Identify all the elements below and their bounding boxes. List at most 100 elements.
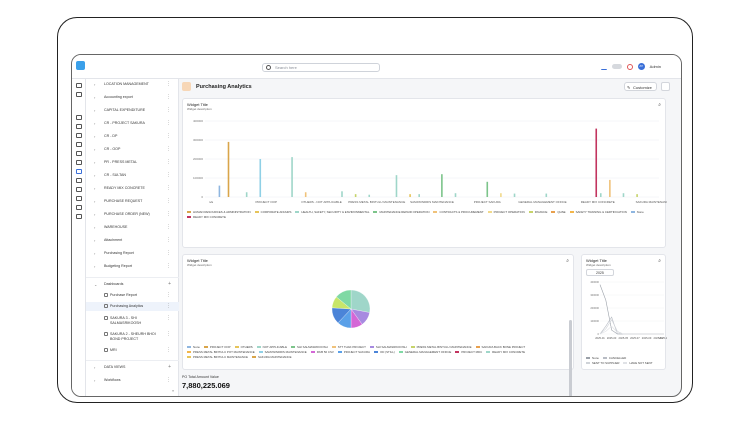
sidebar-dashboard-item[interactable]: Purchase Report ⋮ xyxy=(86,291,179,300)
more-icon[interactable]: ⋮ xyxy=(166,347,171,353)
users-icon[interactable] xyxy=(76,115,82,120)
legend-item[interactable]: MAINTENANCE REPAIR OPERATION xyxy=(373,210,429,215)
sidebar-item[interactable]: › PURCHASE ORDER (NEW) ⋮ xyxy=(86,210,179,219)
sidebar-item[interactable]: › CAPITAL EXPENDITURE ⋮ xyxy=(86,106,179,115)
grid-icon[interactable] xyxy=(76,151,82,156)
legend-item[interactable]: GENERAL MANAGEMENT OFFICE xyxy=(398,350,451,355)
legend-item[interactable]: PROJECT SAKURA xyxy=(337,350,370,355)
legend-item[interactable]: SAKURA MAINTENANCE xyxy=(251,355,292,360)
bar[interactable] xyxy=(622,193,625,197)
report-icon[interactable] xyxy=(76,169,82,174)
table-icon[interactable] xyxy=(76,133,82,138)
avatar[interactable]: AT xyxy=(637,63,645,70)
collapse-sidebar-icon[interactable]: « xyxy=(172,388,174,393)
sidebar-item[interactable]: › READY MIX CONCRETE ⋮ xyxy=(86,184,179,193)
legend-item[interactable]: READY MIX CONCRETE xyxy=(187,215,226,220)
more-icon[interactable]: ⋮ xyxy=(166,172,171,178)
bar[interactable] xyxy=(409,194,411,197)
legend-item[interactable]: HAVE NOT SENT xyxy=(623,361,653,366)
list-icon[interactable] xyxy=(76,92,82,97)
home-icon[interactable] xyxy=(76,83,82,88)
bar[interactable] xyxy=(368,194,371,197)
pie-slice[interactable] xyxy=(350,289,371,313)
bar[interactable] xyxy=(304,192,307,197)
sidebar-dashboard-item[interactable]: SAKURA 3 - SHI SALMASRIKOOSH ⋮ xyxy=(86,314,179,328)
bar[interactable] xyxy=(595,128,598,197)
sidebar-item[interactable]: › CR - DP ⋮ xyxy=(86,132,179,141)
truck-icon[interactable] xyxy=(76,187,82,192)
legend-item[interactable]: READY MIX CONCRETE xyxy=(486,350,525,355)
search-input[interactable]: Search here xyxy=(262,63,380,72)
bar[interactable] xyxy=(609,179,611,197)
legend-item[interactable]: SAFETY TRAINING & CERTIFICATION xyxy=(569,210,627,215)
bar[interactable] xyxy=(486,181,489,197)
more-icon[interactable]: ⋮ xyxy=(166,185,171,191)
bar[interactable] xyxy=(441,174,443,197)
legend-item[interactable]: PROJECT OPERATION xyxy=(487,210,525,215)
more-icon[interactable]: ⋮ xyxy=(166,315,171,321)
print-button[interactable] xyxy=(661,82,670,91)
line-series[interactable] xyxy=(599,319,664,335)
year-select[interactable]: 2025 xyxy=(586,269,614,276)
bar[interactable] xyxy=(500,193,502,197)
legend-item[interactable]: FINANCE xyxy=(528,210,547,215)
sidebar-item[interactable]: › CR - OOP ⋮ xyxy=(86,145,179,154)
settings-icon[interactable] xyxy=(76,214,82,219)
zoom-icon[interactable]: ⌕ xyxy=(566,258,569,264)
bar[interactable] xyxy=(259,159,262,197)
sidebar-item[interactable]: › Purchasing Report ⋮ xyxy=(86,249,179,258)
legend-item[interactable]: QHSE xyxy=(551,210,566,215)
sidebar-dashboard-item[interactable]: MRI ⋮ xyxy=(86,346,179,355)
more-icon[interactable]: ⋮ xyxy=(166,146,171,152)
more-icon[interactable]: ⋮ xyxy=(166,237,171,243)
sidebar-section-workflows[interactable]: › Workflows ⋮ xyxy=(86,376,179,385)
sidebar-item[interactable]: › Budgeting Report ⋮ xyxy=(86,262,179,271)
bar[interactable] xyxy=(454,193,457,197)
line-series[interactable] xyxy=(599,325,664,335)
sidebar-dashboard-item[interactable]: SAKURA 2 - SHEURH BHOI BOND PROJECT ⋮ xyxy=(86,330,179,344)
bar[interactable] xyxy=(354,194,357,197)
bar[interactable] xyxy=(636,194,638,197)
more-icon[interactable]: ⋮ xyxy=(166,94,171,100)
sidebar-dashboard-item-active[interactable]: Purchasing Analytics ⋮ xyxy=(86,302,179,311)
user-name[interactable]: Admin xyxy=(650,64,661,69)
box-icon[interactable] xyxy=(76,124,82,129)
notification-icon[interactable] xyxy=(626,63,633,70)
add-icon[interactable]: + xyxy=(168,364,171,370)
more-icon[interactable]: ⋮ xyxy=(166,211,171,217)
chart-icon[interactable] xyxy=(76,142,82,147)
legend-item[interactable]: PROJECT MDC xyxy=(455,350,482,355)
more-icon[interactable]: ⋮ xyxy=(166,133,171,139)
bar[interactable] xyxy=(291,157,293,197)
customize-button[interactable]: ✎ Customize xyxy=(624,82,657,91)
calendar-icon[interactable] xyxy=(76,160,82,165)
add-icon[interactable]: + xyxy=(168,281,171,287)
legend-item[interactable]: SENT TO SUPPLIER xyxy=(586,361,619,366)
more-icon[interactable]: ⋮ xyxy=(166,159,171,165)
apps-icon[interactable] xyxy=(76,205,82,210)
sidebar-item[interactable]: › PURCHASE REQUEST ⋮ xyxy=(86,197,179,206)
more-icon[interactable]: ⋮ xyxy=(166,303,171,309)
legend-item[interactable]: CORPORATE AFFAIRS xyxy=(254,210,291,215)
more-icon[interactable]: ⋮ xyxy=(166,107,171,113)
bar[interactable] xyxy=(245,192,248,197)
sidebar-item[interactable]: › WAREHOUSE ⋮ xyxy=(86,223,179,232)
bar[interactable] xyxy=(395,175,398,197)
more-icon[interactable]: ⋮ xyxy=(166,292,171,298)
download-icon[interactable] xyxy=(600,64,607,70)
sidebar-section-dashboards[interactable]: ⌄ Dashboards + xyxy=(86,280,179,289)
legend-item[interactable]: PRESS METAL BINTULU MAINTENANCE xyxy=(187,355,248,360)
zoom-icon[interactable]: ⌕ xyxy=(658,102,661,108)
file-icon[interactable] xyxy=(76,178,82,183)
legend-item[interactable]: HEALTH, SAFETY, SECURITY & ENVIRONMENTAL xyxy=(295,210,369,215)
sidebar-item[interactable]: › Attachment ⋮ xyxy=(86,236,179,245)
more-icon[interactable]: ⋮ xyxy=(166,377,171,383)
sidebar-item[interactable]: › CR - SULTAN ⋮ xyxy=(86,171,179,180)
bar[interactable] xyxy=(218,185,221,197)
app-logo[interactable] xyxy=(76,61,85,70)
legend-item[interactable]: PA/B 50 CSV xyxy=(310,350,334,355)
bar[interactable] xyxy=(513,193,516,197)
bar[interactable] xyxy=(545,193,548,197)
bar[interactable] xyxy=(418,194,420,197)
sidebar-item[interactable]: › LOCATION MANAGEMENT ⋮ xyxy=(86,80,179,89)
